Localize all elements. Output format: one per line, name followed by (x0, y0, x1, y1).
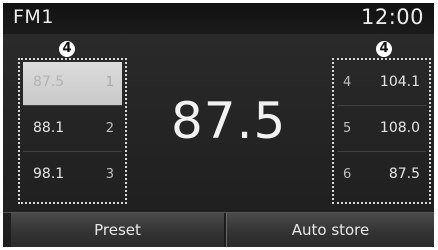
preset-button[interactable]: Preset (11, 213, 225, 247)
preset-frequency: 98.1 (33, 166, 65, 182)
preset-6-button[interactable]: 6 87.5 (337, 154, 426, 198)
current-frequency: 87.5 (171, 92, 287, 150)
preset-frequency: 87.5 (388, 166, 420, 182)
bottom-button-bar: Preset Auto store (3, 212, 434, 247)
preset-number: 6 (343, 167, 352, 182)
preset-frequency: 87.5 (33, 74, 65, 90)
radio-display: FM1 12:00 4 4 87.5 1 88.1 2 98.1 3 87.5 … (3, 3, 434, 247)
callout-marker-right: 4 (376, 41, 392, 57)
preset-1-button[interactable]: 87.5 1 (23, 62, 122, 106)
preset-3-button[interactable]: 98.1 3 (23, 154, 122, 198)
preset-4-button[interactable]: 4 104.1 (337, 62, 426, 106)
preset-number: 4 (343, 75, 352, 90)
preset-number: 2 (105, 121, 114, 136)
preset-number: 5 (343, 121, 352, 136)
preset-frequency: 108.0 (379, 120, 420, 136)
status-header: FM1 12:00 (3, 3, 434, 34)
callout-marker-left: 4 (59, 41, 75, 57)
preset-5-button[interactable]: 5 108.0 (337, 108, 426, 152)
clock: 12:00 (360, 5, 424, 29)
preset-frequency: 104.1 (379, 74, 420, 90)
preset-number: 1 (105, 75, 114, 90)
preset-number: 3 (105, 167, 114, 182)
preset-list-left: 87.5 1 88.1 2 98.1 3 (18, 58, 127, 204)
preset-list-right: 4 104.1 5 108.0 6 87.5 (332, 58, 431, 204)
radio-screen: FM1 12:00 4 4 87.5 1 88.1 2 98.1 3 87.5 … (0, 0, 438, 250)
auto-store-button[interactable]: Auto store (226, 213, 434, 247)
preset-frequency: 88.1 (33, 120, 65, 136)
band-label: FM1 (13, 6, 54, 28)
preset-2-button[interactable]: 88.1 2 (23, 108, 122, 152)
